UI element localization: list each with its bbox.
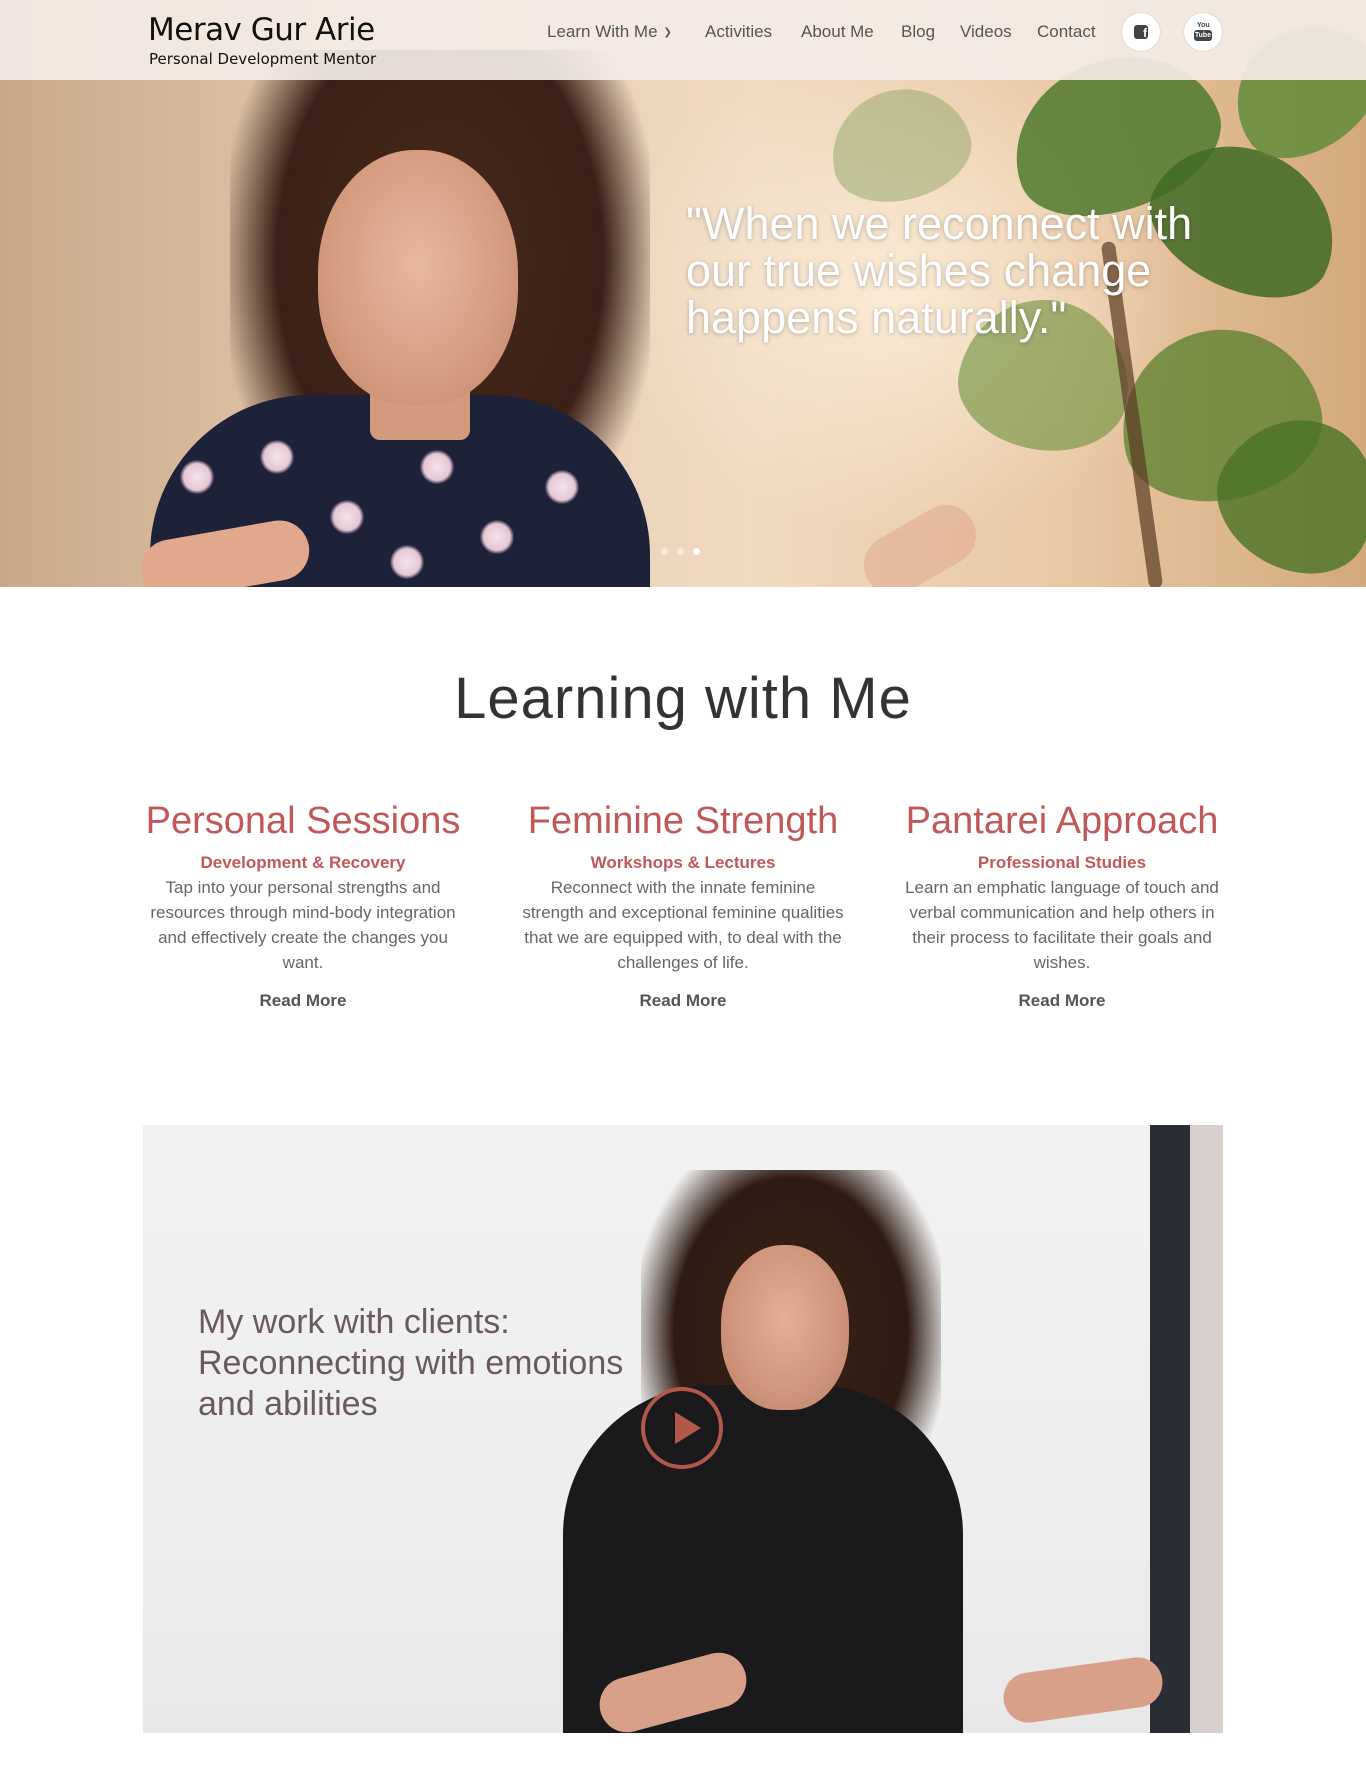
slider-dot[interactable] xyxy=(661,548,668,555)
dress-flower xyxy=(330,500,364,534)
nav-item-about-me[interactable]: About Me xyxy=(801,22,874,42)
nav-item-contact[interactable]: Contact xyxy=(1037,22,1096,42)
card-title: Feminine Strength xyxy=(527,800,839,842)
play-icon xyxy=(675,1412,701,1444)
nav-item-videos[interactable]: Videos xyxy=(960,22,1012,42)
read-more-link[interactable]: Read More xyxy=(640,991,727,1011)
facebook-button[interactable]: f xyxy=(1122,13,1160,51)
service-card-personal-sessions: Personal Sessions Development & Recovery… xyxy=(138,796,468,1011)
youtube-button[interactable]: You Tube xyxy=(1184,13,1222,51)
youtube-icon-bottom: Tube xyxy=(1194,30,1212,41)
dress-flower xyxy=(545,470,579,504)
video-portrait-face xyxy=(721,1245,849,1410)
video-caption: My work with clients: Reconnecting with … xyxy=(198,1303,624,1423)
nav-item-blog[interactable]: Blog xyxy=(901,22,935,42)
slider-dot[interactable] xyxy=(677,548,684,555)
card-subtitle: Professional Studies xyxy=(977,853,1147,872)
video-portrait-hand xyxy=(1000,1654,1166,1726)
read-more-link[interactable]: Read More xyxy=(260,991,347,1011)
youtube-icon-top: You xyxy=(1197,22,1210,29)
read-more-link[interactable]: Read More xyxy=(1019,991,1106,1011)
service-card-feminine-strength: Feminine Strength Workshops & Lectures R… xyxy=(518,796,848,1011)
section-title: Learning with Me xyxy=(454,666,912,731)
card-description: Reconnect with the innate feminine stren… xyxy=(522,878,844,972)
slider-dot-active[interactable] xyxy=(693,548,700,555)
hero-quote: "When we reconnect with our true wishes … xyxy=(686,198,1193,343)
play-button[interactable] xyxy=(641,1387,723,1469)
portrait-face xyxy=(318,150,518,405)
site-header: Merav Gur Arie Personal Development Ment… xyxy=(0,0,1366,80)
background-frame xyxy=(1150,1125,1190,1733)
slider-dots xyxy=(661,542,709,560)
service-card-pantarei-approach: Pantarei Approach Professional Studies L… xyxy=(897,796,1227,1011)
dress-flower xyxy=(480,520,514,554)
card-description: Learn an emphatic language of touch and … xyxy=(905,878,1219,972)
background-wall xyxy=(1190,1125,1223,1733)
card-subtitle: Workshops & Lectures xyxy=(590,853,776,872)
chevron-down-icon: ❯ xyxy=(663,27,672,38)
video-player[interactable]: My work with clients: Reconnecting with … xyxy=(143,1125,1223,1733)
card-title: Pantarei Approach xyxy=(905,800,1219,842)
hero-slider: "When we reconnect with our true wishes … xyxy=(0,0,1366,587)
youtube-icon: You Tube xyxy=(1194,22,1212,42)
site-logo-title[interactable]: Merav Gur Arie xyxy=(148,12,375,48)
card-subtitle: Development & Recovery xyxy=(200,853,406,872)
dress-flower xyxy=(260,440,294,474)
site-logo-subtitle[interactable]: Personal Development Mentor xyxy=(149,50,376,68)
dress-flower xyxy=(420,450,454,484)
dress-flower xyxy=(180,460,214,494)
nav-item-label: Learn With Me xyxy=(547,22,658,41)
nav-item-learn-with-me[interactable]: Learn With Me ❯ xyxy=(547,22,672,42)
dress-flower xyxy=(390,545,424,579)
facebook-icon: f xyxy=(1134,25,1148,40)
card-title: Personal Sessions xyxy=(145,800,461,842)
card-description: Tap into your personal strengths and res… xyxy=(150,878,456,972)
nav-item-activities[interactable]: Activities xyxy=(705,22,772,42)
